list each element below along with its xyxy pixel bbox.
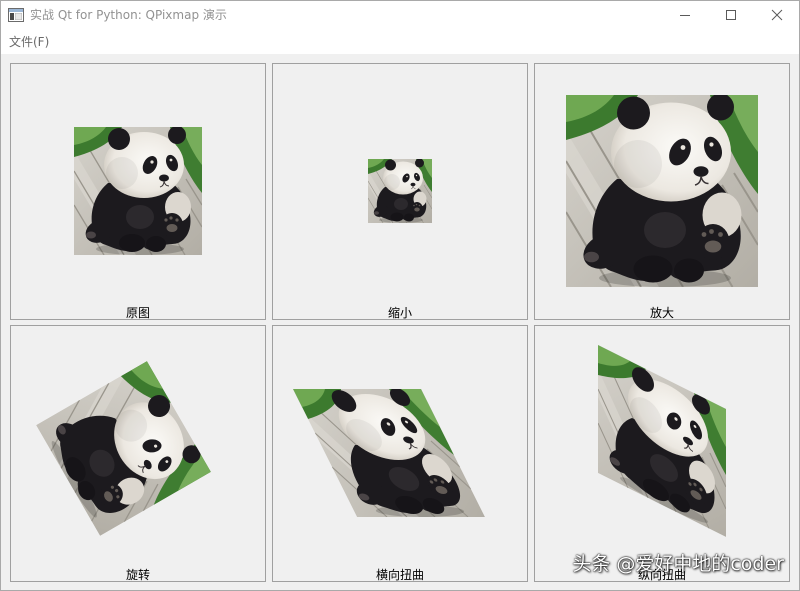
maximize-icon <box>726 10 736 20</box>
minimize-button[interactable] <box>662 0 708 31</box>
panda-image-shrink <box>368 159 432 223</box>
qt-app-icon[interactable] <box>8 8 24 22</box>
qt-app-icon-graphic <box>8 8 24 22</box>
pixmap-label-rotate <box>36 361 211 536</box>
pixmap-label-shear-vertical <box>598 345 726 537</box>
panel-enlarge: 放大 <box>534 63 790 320</box>
panel-shear-vertical: 纵向扭曲 <box>534 325 790 582</box>
panel-shrink: 缩小 <box>272 63 528 320</box>
icon-titlebar <box>9 9 23 12</box>
icon-body <box>15 13 22 20</box>
close-icon <box>771 9 783 21</box>
watermark: 头条 @爱好中地的coder <box>572 553 784 575</box>
pixmap-label-shear-horizontal <box>293 389 485 517</box>
pixmap-label-original <box>74 127 202 255</box>
pixmap-label-enlarge <box>566 95 758 287</box>
panda-image-original <box>74 127 202 255</box>
icon-sidebar <box>10 13 14 20</box>
caption-original: 原图 <box>125 306 150 320</box>
panel-shear-horizontal: 横向扭曲 <box>272 325 528 582</box>
menu-file[interactable]: 文件(F) <box>9 31 49 54</box>
caption-shrink: 缩小 <box>387 306 412 320</box>
close-icon-graphic <box>771 9 783 21</box>
title-bar[interactable]: 实战 Qt for Python: QPixmap 演示 <box>0 0 800 31</box>
window-title: 实战 Qt for Python: QPixmap 演示 <box>30 8 227 22</box>
panda-image-rotate <box>36 361 211 536</box>
menu-bar: 文件(F) <box>0 31 800 54</box>
panel-rotate: 旋转 <box>10 325 266 582</box>
panda-image-enlarge <box>566 95 758 287</box>
close-icon-cross <box>771 9 783 21</box>
pixmap-label-shrink <box>368 159 432 223</box>
caption-rotate: 旋转 <box>125 568 150 582</box>
app-window: 实战 Qt for Python: QPixmap 演示 文件(F) 原图 缩小… <box>0 0 800 591</box>
caption-enlarge: 放大 <box>649 306 674 320</box>
panda-image-shear-horizontal <box>293 389 485 517</box>
panel-original: 原图 <box>10 63 266 320</box>
maximize-button[interactable] <box>708 0 754 31</box>
panda-image-shear-vertical <box>598 345 726 537</box>
close-button[interactable] <box>754 0 800 31</box>
minimize-icon <box>680 15 690 16</box>
caption-shear-horizontal: 横向扭曲 <box>375 568 424 582</box>
